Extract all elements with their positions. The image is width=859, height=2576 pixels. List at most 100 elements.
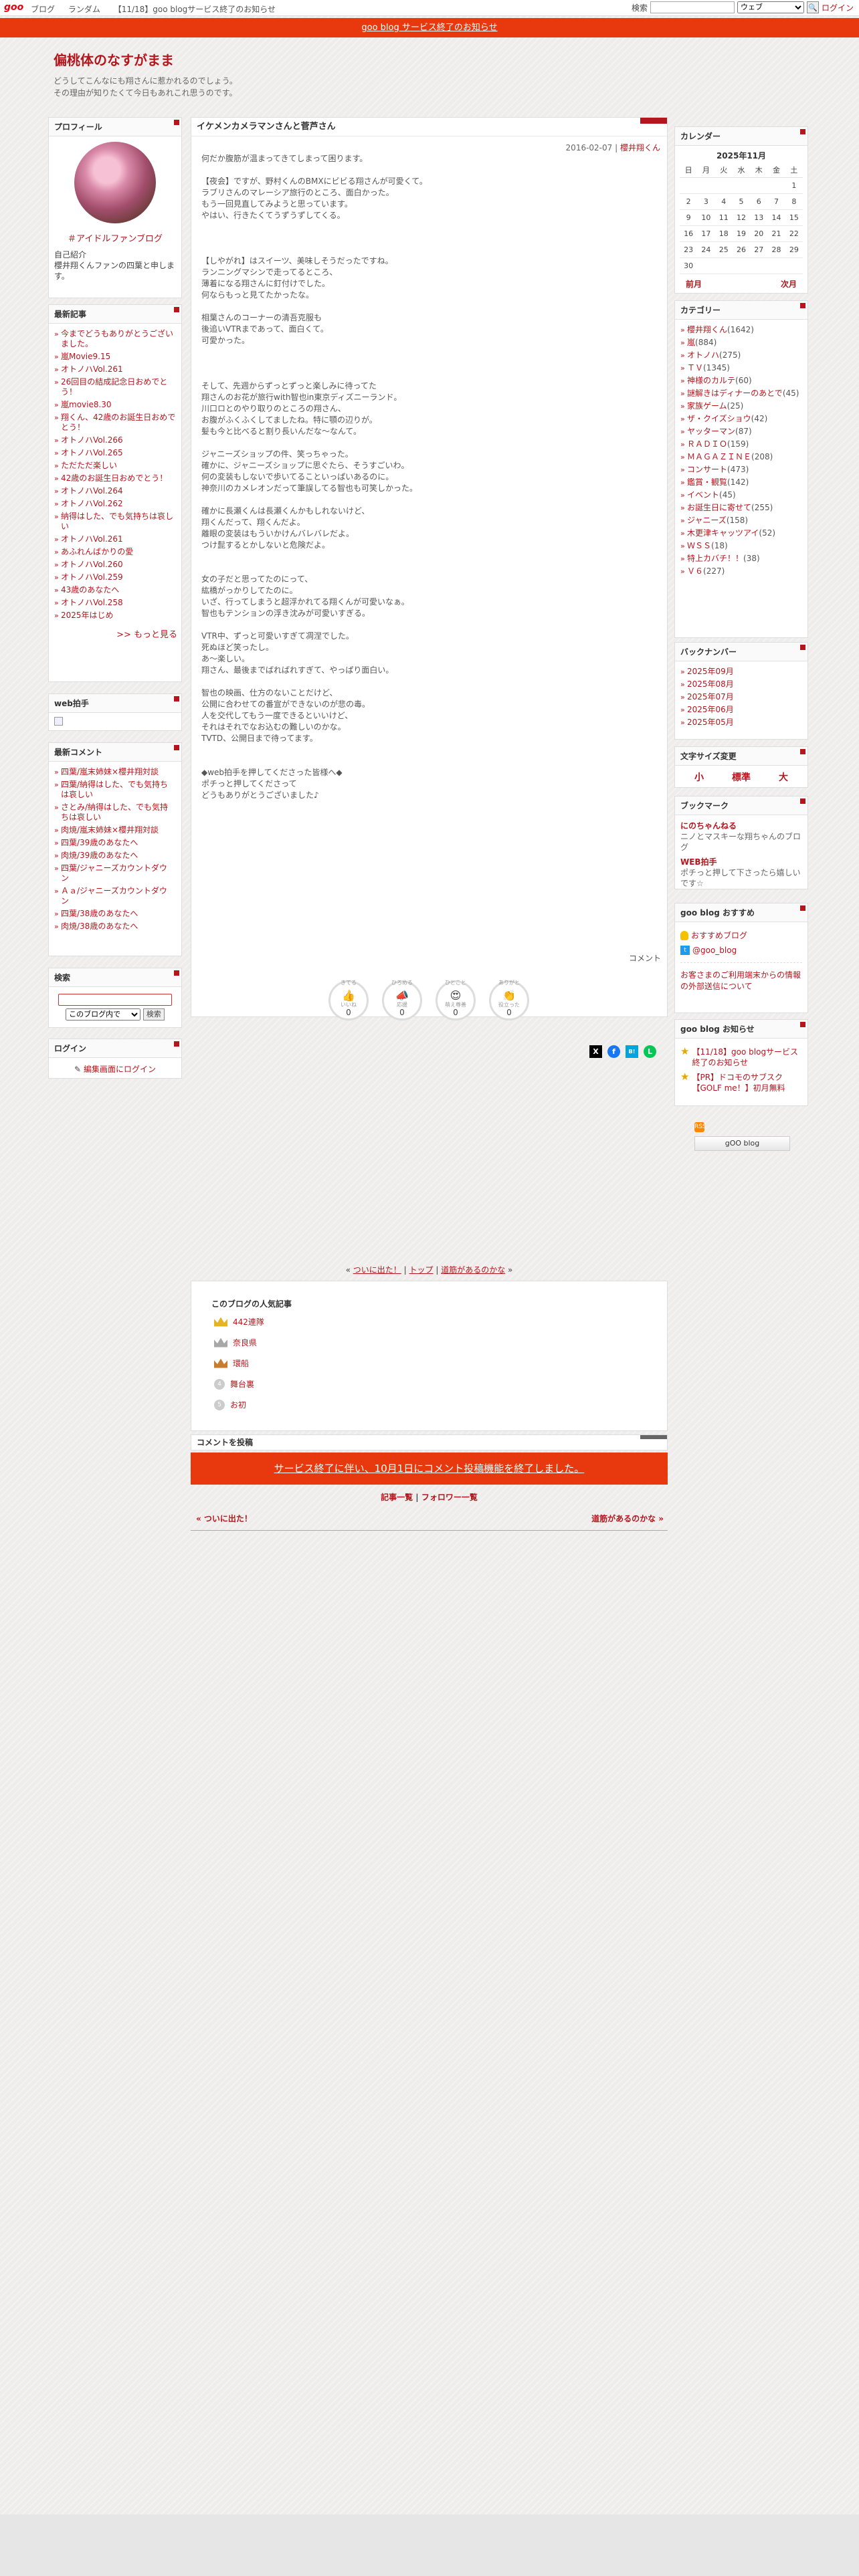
list-item[interactable]: 謎解きはディナーのあとで(45) — [680, 387, 802, 400]
list-item[interactable]: Ｖ６(227) — [680, 565, 802, 578]
entry-list-link[interactable]: 記事一覧 — [381, 1493, 413, 1502]
list-item[interactable]: ザ・クイズショウ(42) — [680, 413, 802, 425]
list-item[interactable]: 神様のカルテ(60) — [680, 374, 802, 387]
list-item[interactable]: 特上カバチ！！(38) — [680, 552, 802, 565]
list-item[interactable]: 肉焼/39歳のあなたへ — [54, 849, 176, 862]
list-item[interactable]: オトノハVol.265 — [54, 447, 176, 459]
edit-login-link[interactable]: 編集画面にログイン — [84, 1065, 156, 1074]
list-item[interactable]: 納得はした、でも気持ちは哀しい — [54, 510, 176, 533]
search-scope-select[interactable]: ウェブ — [737, 1, 804, 13]
rss-icon[interactable]: RSS — [694, 1122, 706, 1132]
reaction-cheer-button[interactable]: ひろめる 📣 応援 0 — [382, 980, 422, 1021]
goo-logo[interactable]: goo — [4, 2, 23, 13]
blog-title[interactable]: 偏桃体のなすがまま — [54, 49, 237, 69]
list-item[interactable]: 2025年08月 — [680, 678, 802, 691]
list-item[interactable]: オトノハVol.266 — [54, 434, 176, 447]
list-item[interactable]: 嵐movie8.30 — [54, 399, 176, 411]
list-item[interactable]: 26回目の結成記念日おめでとう！ — [54, 376, 176, 399]
list-item[interactable]: 翔くん、42歳のお誕生日おめでとう！ — [54, 411, 176, 434]
list-item[interactable]: 四葉/39歳のあなたへ — [54, 837, 176, 849]
calendar-next-link[interactable]: 次月 — [781, 278, 797, 290]
prev-entry-link[interactable]: « ついに出た！ — [196, 1513, 252, 1524]
prev-entry-link[interactable]: ついに出た！ — [353, 1265, 401, 1275]
login-link[interactable]: ログイン — [822, 2, 854, 13]
search-icon[interactable]: 🔍 — [806, 1, 819, 13]
list-item[interactable]: オトノハVol.258 — [54, 597, 176, 609]
list-item[interactable]: 2025年06月 — [680, 704, 802, 716]
goo-blog-badge[interactable]: gOO blog — [694, 1136, 790, 1151]
popular-item-link[interactable]: 442連隊 — [233, 1316, 264, 1327]
list-item[interactable]: オトノハVol.259 — [54, 571, 176, 584]
list-item[interactable]: 四葉/ジャニーズカウントダウン — [54, 862, 176, 885]
font-size-large-button[interactable]: 大 — [779, 772, 788, 783]
list-item[interactable]: 櫻井翔くん(1642) — [680, 324, 802, 336]
idol-fan-blog-link[interactable]: ＃アイドルファンブログ — [49, 231, 181, 244]
nav-blog-link[interactable]: ブログ — [31, 5, 55, 14]
blog-search-input[interactable] — [58, 994, 172, 1006]
list-item[interactable]: ＷＳＳ(18) — [680, 540, 802, 552]
list-item[interactable]: 肉焼/38歳のあなたへ — [54, 920, 176, 933]
nav-service-end-link[interactable]: 【11/18】goo blogサービス終了のお知らせ — [114, 5, 276, 14]
list-item[interactable]: ジャニーズ(158) — [680, 514, 802, 527]
list-item[interactable]: オトノハVol.261 — [54, 533, 176, 546]
list-item[interactable]: 2025年05月 — [680, 716, 802, 729]
list-item[interactable]: ただただ楽しい — [54, 459, 176, 472]
list-item[interactable]: 43歳のあなたへ — [54, 584, 176, 597]
list-item[interactable]: さとみ/納得はした、でも気持ちは哀しい — [54, 801, 176, 824]
list-item[interactable]: 2025年07月 — [680, 691, 802, 704]
recommend-blog-link[interactable]: おすすめブログ — [691, 930, 747, 941]
article-category-link[interactable]: 櫻井翔くん — [620, 143, 660, 152]
calendar-prev-link[interactable]: 前月 — [686, 278, 702, 290]
popular-item-link[interactable]: 舞台裏 — [230, 1378, 254, 1390]
list-item[interactable]: 鑑賞・観覧(142) — [680, 476, 802, 489]
nav-random-link[interactable]: ランダム — [68, 5, 100, 14]
list-item[interactable]: お誕生日に寄せて(255) — [680, 502, 802, 514]
popular-item-link[interactable]: 奈良県 — [233, 1337, 257, 1348]
x-share-icon[interactable]: X — [589, 1045, 602, 1058]
facebook-share-icon[interactable]: f — [607, 1045, 620, 1058]
global-search-input[interactable] — [650, 1, 735, 13]
list-item[interactable]: ＭＡＧＡＺＩＮＥ(208) — [680, 451, 802, 463]
web-clap-image[interactable] — [49, 713, 181, 732]
list-item[interactable]: オトノハVol.260 — [54, 558, 176, 571]
twitter-link[interactable]: @goo_blog — [692, 945, 737, 956]
list-item[interactable]: 木更津キャッツアイ(52) — [680, 527, 802, 540]
blog-search-scope-select[interactable]: このブログ内で — [66, 1008, 141, 1021]
comment-link[interactable]: コメント — [629, 952, 661, 964]
blog-search-button[interactable]: 検索 — [142, 1008, 165, 1021]
list-item[interactable]: 今までどうもありがとうございました。 — [54, 328, 176, 350]
list-item[interactable]: オトノハVol.261 — [54, 363, 176, 376]
comment-closed-link[interactable]: サービス終了に伴い、10月1日にコメント投稿機能を終了しました。 — [274, 1463, 585, 1475]
list-item[interactable]: 家族ゲーム(25) — [680, 400, 802, 413]
list-item[interactable]: オトノハVol.262 — [54, 498, 176, 510]
next-entry-link[interactable]: 道筋があるのかな — [441, 1265, 505, 1275]
list-item[interactable]: 嵐Movie9.15 — [54, 350, 176, 363]
list-item[interactable]: 42歳のお誕生日おめでとう！ — [54, 472, 176, 485]
bookmark-link[interactable]: にのちゃんねる — [680, 821, 802, 831]
list-item[interactable]: コンサート(473) — [680, 463, 802, 476]
reaction-helpful-button[interactable]: ありがと 👏 役立った 0 — [489, 980, 529, 1021]
list-item[interactable]: オトノハVol.264 — [54, 485, 176, 498]
article-title[interactable]: イケメンカメラマンさんと菅芦さん — [191, 118, 667, 136]
next-entry-link[interactable]: 道筋があるのかな » — [591, 1513, 664, 1524]
list-item[interactable]: 四葉/嵐末姉妹×櫻井翔対談 — [54, 766, 176, 778]
list-item[interactable]: イベント(45) — [680, 489, 802, 502]
font-size-normal-button[interactable]: 標準 — [732, 772, 751, 783]
bookmark-link[interactable]: WEB拍手 — [680, 857, 802, 867]
popular-item-link[interactable]: 環船 — [233, 1358, 249, 1369]
reaction-love-button[interactable]: ひとこと 😍 萌え尊善 0 — [436, 980, 476, 1021]
popular-item-link[interactable]: お初 — [230, 1399, 246, 1410]
font-size-small-button[interactable]: 小 — [694, 772, 704, 783]
follower-list-link[interactable]: フォロワー一覧 — [421, 1493, 478, 1502]
top-link[interactable]: トップ — [409, 1265, 433, 1275]
list-item[interactable]: 嵐(884) — [680, 336, 802, 349]
line-share-icon[interactable]: L — [644, 1045, 656, 1058]
list-item[interactable]: あふれんばかりの愛 — [54, 546, 176, 558]
list-item[interactable]: ＴＶ(1345) — [680, 362, 802, 374]
list-item[interactable]: ヤッターマン(87) — [680, 425, 802, 438]
list-item[interactable]: 2025年はじめ — [54, 609, 176, 622]
external-transmission-link[interactable]: お客さまのご利用端末からの情報の外部送信について — [680, 970, 801, 991]
service-end-notice-link[interactable]: goo blog サービス終了のお知らせ — [361, 23, 497, 33]
list-item[interactable]: 肉焼/嵐末姉妹×櫻井翔対談 — [54, 824, 176, 837]
list-item[interactable]: 2025年09月 — [680, 665, 802, 678]
